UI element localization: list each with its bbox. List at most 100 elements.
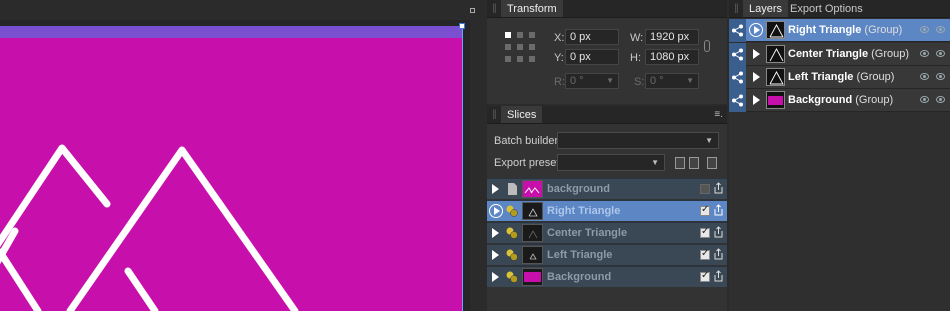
expand-arrow-icon[interactable]: [489, 204, 503, 218]
slice-name: Background: [547, 271, 612, 283]
s-label: S:: [634, 76, 645, 88]
visibility-eye-icon[interactable]: [920, 26, 929, 33]
canvas-area[interactable]: [0, 0, 475, 311]
layer-link-strip: [729, 43, 746, 66]
visibility-eye-icon[interactable]: [936, 96, 945, 103]
visibility-eye-icon[interactable]: [920, 96, 929, 103]
slice-row[interactable]: Background: [487, 266, 727, 287]
y-label: Y:: [554, 52, 564, 64]
slice-export-checkbox[interactable]: [700, 204, 710, 216]
visibility-eye-icon[interactable]: [936, 73, 945, 80]
s-field[interactable]: 0 ° ▼: [645, 73, 699, 89]
slice-export-checkbox[interactable]: [700, 270, 710, 282]
panel-menu-icon[interactable]: ≡.: [714, 109, 723, 120]
panel-grip-icon[interactable]: ||: [729, 0, 743, 17]
slice-row[interactable]: Left Triangle: [487, 244, 727, 265]
expand-arrow-icon[interactable]: [492, 228, 499, 238]
anchor-point-selector[interactable]: [505, 32, 535, 62]
tab-export-options[interactable]: Export Options: [788, 0, 869, 17]
tab-transform[interactable]: Transform: [501, 0, 563, 17]
tab-slices[interactable]: Slices: [501, 106, 543, 123]
slice-export-checkbox[interactable]: [700, 226, 710, 238]
export-slice-icon[interactable]: [714, 182, 723, 194]
slice-thumbnail: [522, 246, 543, 264]
export-slice-icon[interactable]: [714, 204, 723, 216]
r-field[interactable]: 0 ° ▼: [565, 73, 619, 89]
copy-preset-icon[interactable]: [675, 157, 685, 169]
slice-name: Left Triangle: [547, 249, 613, 261]
visibility-eye-icon[interactable]: [920, 50, 929, 57]
layer-row[interactable]: Background (Group): [729, 89, 950, 112]
slice-thumbnail: [522, 268, 543, 286]
s-value: 0 °: [650, 75, 664, 87]
visibility-eye-icon[interactable]: [920, 73, 929, 80]
export-preset-icon[interactable]: [707, 157, 717, 169]
share-icon[interactable]: [731, 94, 744, 107]
slice-export-checkbox[interactable]: [700, 184, 710, 194]
export-slice-icon[interactable]: [714, 226, 723, 238]
h-field[interactable]: 1080 px: [645, 49, 699, 65]
layers-panel: || Layers Export Options Right Triangle …: [729, 0, 950, 311]
x-field[interactable]: 0 px: [565, 29, 619, 45]
layer-link-strip: [729, 89, 746, 112]
h-label: H:: [630, 52, 641, 64]
expand-arrow-icon[interactable]: [492, 272, 499, 282]
export-preset-label: Export preset:: [494, 157, 563, 169]
slice-row[interactable]: Right Triangle: [487, 200, 727, 221]
x-label: X:: [554, 32, 565, 44]
y-field[interactable]: 0 px: [565, 49, 619, 65]
panel-grip-icon[interactable]: ||: [487, 0, 501, 17]
export-slice-icon[interactable]: [714, 248, 723, 260]
expand-arrow-icon[interactable]: [749, 23, 763, 37]
layer-thumbnail: [766, 45, 785, 63]
panel-grip-icon[interactable]: ||: [487, 106, 501, 123]
layer-name: Background (Group): [788, 94, 893, 106]
batch-builder-label: Batch builder:: [494, 135, 562, 147]
w-field[interactable]: 1920 px: [645, 29, 699, 45]
visibility-eye-icon[interactable]: [936, 26, 945, 33]
layer-name-text: Right Triangle: [788, 24, 862, 36]
share-icon[interactable]: [731, 48, 744, 61]
chevron-down-icon: ▼: [606, 76, 614, 85]
corner-handle[interactable]: [470, 8, 475, 13]
expand-arrow-icon[interactable]: [492, 184, 499, 194]
expand-arrow-icon[interactable]: [753, 72, 760, 82]
share-icon[interactable]: [731, 24, 744, 37]
chevron-down-icon: ▼: [686, 76, 694, 85]
delete-preset-icon[interactable]: [689, 157, 699, 169]
slices-panel: || Slices ≡. Batch builder: ▼ Export pre…: [487, 106, 727, 311]
expand-arrow-icon[interactable]: [753, 95, 760, 105]
slice-export-checkbox[interactable]: [700, 248, 710, 260]
resize-handle[interactable]: [459, 23, 465, 29]
layer-type: (Group): [871, 48, 910, 60]
slice-thumbnail: [522, 180, 543, 198]
export-preset-select[interactable]: ▼: [557, 154, 665, 171]
slice-name: Center Triangle: [547, 227, 628, 239]
layer-link-strip: [729, 19, 746, 42]
app-root: || Transform X: 0 px W: 1920 px Y: 0 px: [0, 0, 950, 311]
layer-type: (Group): [856, 71, 895, 83]
layers-tab-bar: || Layers Export Options: [729, 0, 950, 18]
visibility-eye-icon[interactable]: [936, 50, 945, 57]
layer-type: (Group): [855, 94, 894, 106]
artwork-triangles[interactable]: [0, 26, 462, 311]
share-icon[interactable]: [731, 71, 744, 84]
batch-builder-select[interactable]: ▼: [557, 132, 719, 149]
link-proportions-icon[interactable]: [704, 40, 710, 52]
slice-row[interactable]: background: [487, 178, 727, 199]
slice-row[interactable]: Center Triangle: [487, 222, 727, 243]
layer-row[interactable]: Left Triangle (Group): [729, 66, 950, 89]
layer-name: Center Triangle (Group): [788, 48, 909, 60]
layer-row[interactable]: Center Triangle (Group): [729, 43, 950, 66]
tab-layers[interactable]: Layers: [743, 0, 789, 17]
expand-arrow-icon[interactable]: [753, 49, 760, 59]
r-label: R:: [554, 76, 565, 88]
expand-arrow-icon[interactable]: [492, 250, 499, 260]
transform-panel: || Transform X: 0 px W: 1920 px Y: 0 px: [487, 0, 727, 104]
slice-name: Right Triangle: [547, 205, 621, 217]
layer-row[interactable]: Right Triangle (Group): [729, 19, 950, 42]
export-preset-row: Export preset: ▼: [487, 153, 727, 175]
w-label: W:: [630, 32, 644, 44]
export-slice-icon[interactable]: [714, 270, 723, 282]
slice-thumbnail: [522, 202, 543, 220]
